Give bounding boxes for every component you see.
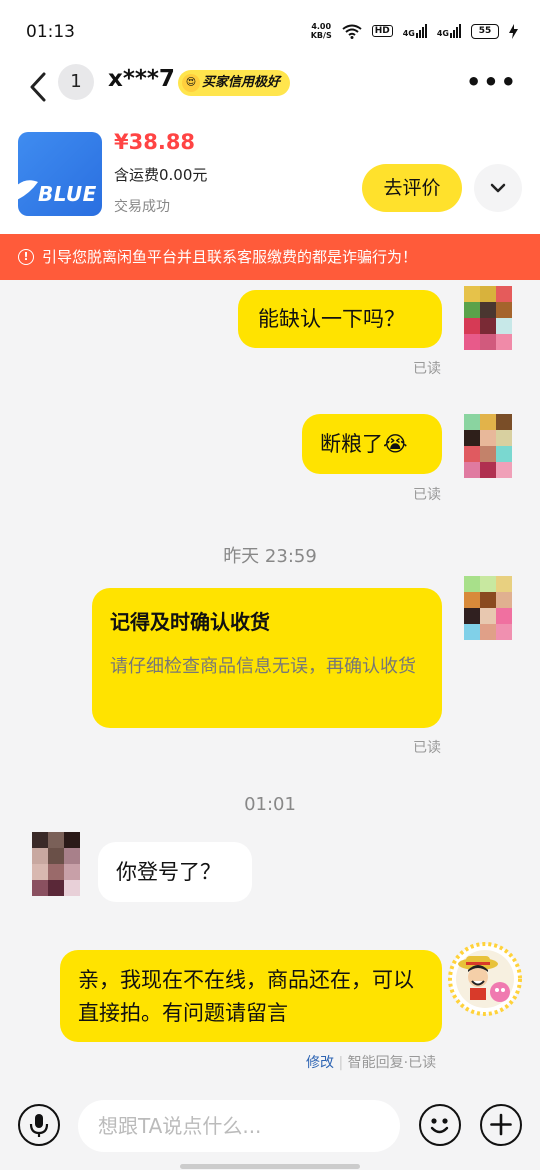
confirm-receipt-card[interactable]: 记得及时确认收货 请仔细检查商品信息无误，再确认收货: [92, 588, 442, 728]
deal-status: 交易成功: [114, 199, 170, 215]
contact-name[interactable]: x***7: [108, 66, 175, 92]
credit-badge-label: 买家信用极好: [202, 75, 281, 90]
reply-meta: 修改 | 智能回复·已读: [306, 1055, 437, 1071]
fraud-warning-banner: ! 引导您脱离闲鱼平台并且联系客服缴费的都是诈骗行为！: [0, 234, 540, 280]
expand-button[interactable]: [474, 164, 522, 212]
read-status: 已读: [413, 487, 441, 503]
credit-badge[interactable]: 😍 买家信用极好: [178, 70, 291, 96]
battery-icon: 55: [471, 23, 499, 39]
input-bar: [0, 1090, 540, 1170]
plus-icon: [490, 1113, 512, 1136]
home-indicator[interactable]: [180, 1164, 360, 1169]
signal-icon-1: 4G: [403, 24, 427, 38]
chat-timestamp: 01:01: [244, 794, 296, 815]
cartoon-avatar-icon: [448, 942, 522, 1016]
message-text: 你登号了？: [116, 860, 221, 884]
status-time: 01:13: [26, 22, 75, 42]
product-thumbnail[interactable]: BLUE: [18, 132, 102, 216]
my-avatar[interactable]: [448, 942, 522, 1016]
wifi-icon: [342, 24, 362, 39]
network-speed: 4.00 KB/S: [310, 22, 332, 40]
chat-header: 1 x***7 😍 买家信用极好 •••: [0, 62, 540, 116]
smile-emoji-icon: 😍: [182, 74, 200, 92]
smart-reply-status: 智能回复·已读: [347, 1055, 437, 1071]
back-arrow-icon[interactable]: [24, 68, 54, 106]
message-text: 断粮了😭: [320, 432, 408, 456]
voice-button[interactable]: [18, 1104, 60, 1146]
hd-icon: HD: [371, 25, 393, 37]
status-bar: 01:13 4.00 KB/S HD 4G 4G 55: [0, 0, 540, 62]
message-bubble-outgoing[interactable]: 能缺认一下吗？: [238, 290, 442, 348]
product-price: ¥38.88: [114, 130, 196, 154]
message-text: 亲，我现在不在线，商品还在，可以直接拍。有问题请留言: [78, 968, 414, 1025]
card-subtitle: 请仔细检查商品信息无误，再确认收货: [110, 656, 416, 677]
my-avatar[interactable]: [458, 414, 516, 482]
unread-count-badge[interactable]: 1: [58, 64, 94, 100]
message-bubble-outgoing[interactable]: 亲，我现在不在线，商品还在，可以直接拍。有问题请留言: [60, 950, 442, 1042]
smile-icon: [430, 1118, 449, 1134]
warning-icon: !: [18, 249, 34, 265]
chat-timestamp: 昨天 23:59: [223, 546, 317, 567]
read-status: 已读: [413, 740, 441, 756]
message-input[interactable]: [78, 1100, 400, 1152]
contact-avatar[interactable]: [32, 832, 80, 898]
my-avatar[interactable]: [458, 576, 516, 644]
shipping-fee: 含运费0.00元: [114, 166, 208, 184]
warning-text: 引导您脱离闲鱼平台并且联系客服缴费的都是诈骗行为！: [42, 248, 418, 266]
message-text: 能缺认一下吗？: [258, 307, 405, 331]
product-card[interactable]: BLUE ¥38.88 含运费0.00元 交易成功 去评价: [0, 116, 540, 234]
emoji-button[interactable]: [419, 1104, 461, 1146]
charging-icon: [509, 23, 518, 39]
status-icons: 4.00 KB/S HD 4G 4G 55: [311, 22, 518, 40]
more-actions-button[interactable]: [480, 1104, 522, 1146]
microphone-icon: [29, 1114, 49, 1137]
review-button[interactable]: 去评价: [362, 164, 462, 212]
chevron-down-icon: [490, 183, 506, 193]
message-bubble-outgoing[interactable]: 断粮了😭: [302, 414, 442, 474]
more-options-icon[interactable]: •••: [466, 68, 518, 96]
edit-link[interactable]: 修改: [306, 1055, 334, 1071]
signal-icon-2: 4G: [437, 24, 461, 38]
brand-logo-text: BLUE: [38, 182, 97, 206]
read-status: 已读: [413, 361, 441, 377]
message-bubble-incoming[interactable]: 你登号了？: [98, 842, 252, 902]
card-title: 记得及时确认收货: [110, 610, 270, 634]
my-avatar[interactable]: [458, 286, 516, 354]
